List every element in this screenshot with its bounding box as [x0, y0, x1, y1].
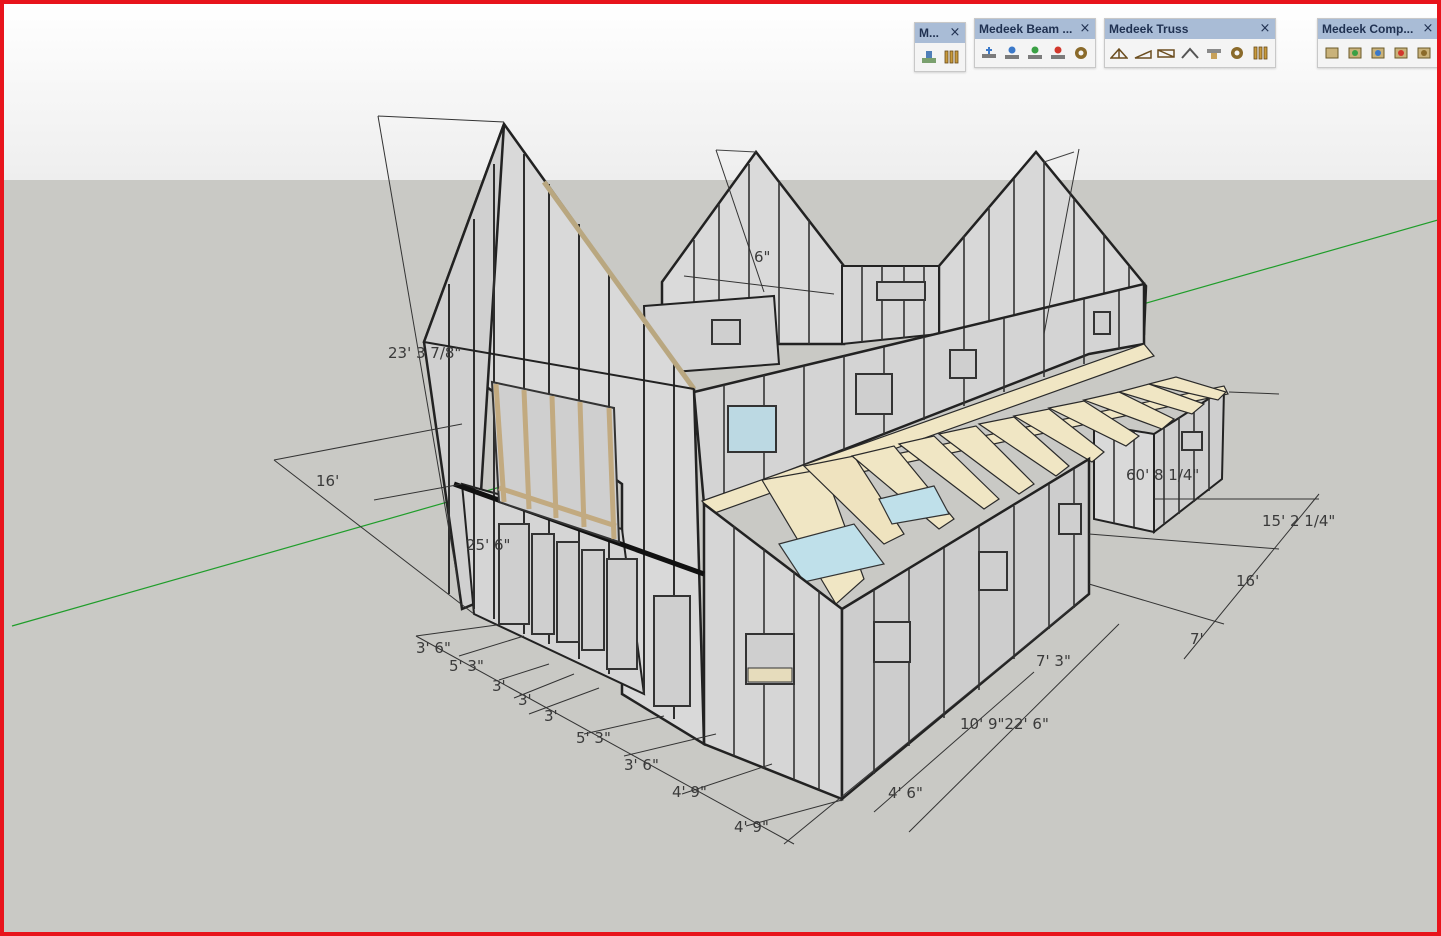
dim-15-2: 15' 2 1/4": [1262, 512, 1335, 530]
dim-3-b: 3': [518, 691, 532, 709]
beam-edit-icon[interactable]: [1002, 44, 1021, 62]
dim-gable-offset: 6": [754, 248, 770, 266]
dim-4-9-a: 4' 9": [672, 783, 707, 801]
gable-roof-icon[interactable]: [1180, 44, 1200, 62]
toolbar-title[interactable]: Medeek Beam ... ×: [975, 19, 1095, 39]
dim-7-3: 7' 3": [1036, 652, 1071, 670]
truss-settings-icon[interactable]: [1228, 44, 1248, 62]
dim-4-6: 4' 6": [888, 784, 923, 802]
dim-7: 7': [1190, 630, 1204, 648]
dim-overall-height: 23' 3 7/8": [388, 344, 461, 362]
dim-3-a: 3': [492, 677, 506, 695]
close-icon[interactable]: ×: [948, 23, 962, 43]
dim-5-3-a: 5' 3": [449, 657, 484, 675]
rafter-icon[interactable]: [1204, 44, 1224, 62]
toolbar-medeek-beam[interactable]: Medeek Beam ... ×: [974, 18, 1096, 68]
dim-inner-height: 25' 6": [466, 536, 510, 554]
dim-10-9-22-6: 10' 9"22' 6": [960, 715, 1049, 733]
beam-settings-icon[interactable]: [1072, 44, 1091, 62]
close-icon[interactable]: ×: [1078, 19, 1092, 39]
mono-truss-icon[interactable]: [1133, 44, 1153, 62]
component-move-icon[interactable]: [1368, 44, 1387, 62]
modeling-viewport[interactable]: 23' 3 7/8" 16' 25' 6" 6" 3' 6" 5' 3" 3' …: [0, 0, 1441, 936]
wall-tool-icon[interactable]: [919, 48, 938, 66]
dim-16-right: 16': [1236, 572, 1259, 590]
toolbar-title[interactable]: Medeek Truss ×: [1105, 19, 1275, 39]
component-delete-icon[interactable]: [1392, 44, 1411, 62]
toolbar-title[interactable]: Medeek Comp... ×: [1318, 19, 1437, 39]
component-add-icon[interactable]: [1322, 44, 1341, 62]
toolbar-medeek-comp[interactable]: Medeek Comp... ×: [1317, 18, 1437, 68]
toolbar-title[interactable]: M... ×: [915, 23, 965, 43]
truss-framing-icon[interactable]: [1251, 44, 1271, 62]
beam-delete-icon[interactable]: [1049, 44, 1068, 62]
dim-3-6-a: 3' 6": [416, 639, 451, 657]
beam-add-icon[interactable]: [979, 44, 998, 62]
dim-3-6-b: 3' 6": [624, 756, 659, 774]
common-truss-icon[interactable]: [1109, 44, 1129, 62]
toolbar-medeek-wall[interactable]: M... ×: [914, 22, 966, 72]
dim-side-width: 16': [316, 472, 339, 490]
toolbar-medeek-truss[interactable]: Medeek Truss ×: [1104, 18, 1276, 68]
dim-5-3-b: 5' 3": [576, 729, 611, 747]
component-settings-icon[interactable]: [1415, 44, 1434, 62]
beam-move-icon[interactable]: [1025, 44, 1044, 62]
flat-truss-icon[interactable]: [1156, 44, 1176, 62]
middle-window-1: [727, 405, 777, 453]
stud-framing-icon[interactable]: [942, 48, 961, 66]
close-icon[interactable]: ×: [1421, 19, 1435, 39]
dim-4-9-b: 4' 9": [734, 818, 769, 836]
dim-60-8: 60' 8 1/4": [1126, 466, 1199, 484]
model-scene[interactable]: 23' 3 7/8" 16' 25' 6" 6" 3' 6" 5' 3" 3' …: [4, 4, 1441, 936]
dim-3-c: 3': [544, 707, 558, 725]
close-icon[interactable]: ×: [1258, 19, 1272, 39]
garage-window: [1181, 431, 1203, 451]
component-edit-icon[interactable]: [1345, 44, 1364, 62]
